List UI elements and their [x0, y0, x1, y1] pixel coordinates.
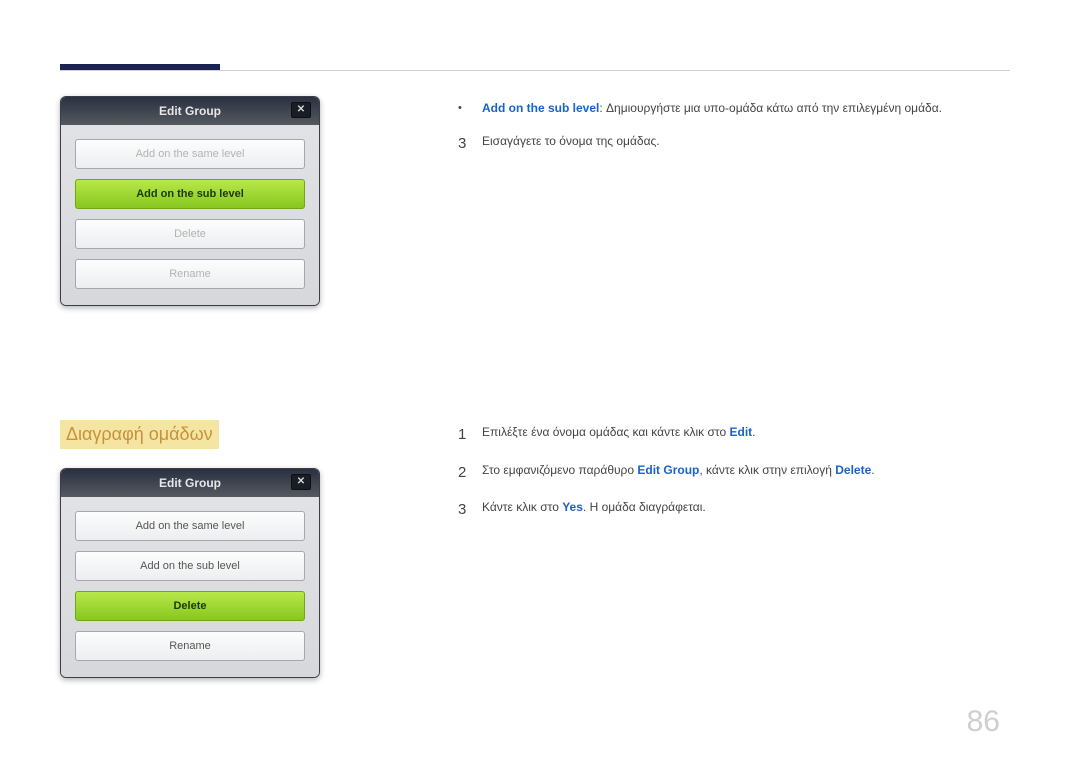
step-text: Επιλέξτε ένα όνομα ομάδας και κάντε κλικ…	[482, 422, 756, 442]
option-rename[interactable]: Rename	[75, 631, 305, 661]
edit-group-dialog-delete: Edit Group ✕ Add on the same level Add o…	[60, 468, 320, 678]
option-same-level[interactable]: Add on the same level	[75, 139, 305, 169]
option-sub-level[interactable]: Add on the sub level	[75, 551, 305, 581]
keyword-edit: Edit	[730, 425, 753, 439]
instructions-bottom: 1 Επιλέξτε ένα όνομα ομάδας και κάντε κλ…	[458, 422, 1000, 535]
edit-group-dialog-sub: Edit Group ✕ Add on the same level Add o…	[60, 96, 320, 306]
keyword-edit-group: Edit Group	[637, 463, 699, 477]
step-text: Στο εμφανιζόμενο παράθυρο Edit Group, κά…	[482, 460, 875, 480]
close-icon[interactable]: ✕	[291, 474, 311, 490]
section-title: Διαγραφή ομάδων	[60, 420, 219, 449]
keyword-delete: Delete	[835, 463, 871, 477]
option-same-level[interactable]: Add on the same level	[75, 511, 305, 541]
step-number: 1	[458, 422, 470, 448]
keyword-yes: Yes	[562, 500, 583, 514]
page-number: 86	[967, 705, 1000, 739]
option-sub-level[interactable]: Add on the sub level	[75, 179, 305, 209]
instruction-text: Add on the sub level: Δημιουργήστε μια υ…	[482, 98, 942, 118]
dialog-title: Edit Group	[159, 476, 221, 490]
dialog-body: Add on the same level Add on the sub lev…	[61, 497, 319, 677]
step-number: 2	[458, 460, 470, 486]
dialog-title: Edit Group	[159, 104, 221, 118]
step-number: 3	[458, 497, 470, 523]
instructions-top: • Add on the sub level: Δημιουργήστε μια…	[458, 98, 1000, 168]
keyword-add-sub: Add on the sub level	[482, 101, 599, 115]
step-text: Κάντε κλικ στο Yes. Η ομάδα διαγράφεται.	[482, 497, 706, 517]
option-rename[interactable]: Rename	[75, 259, 305, 289]
bullet: •	[458, 98, 470, 119]
step-number: 3	[458, 131, 470, 157]
dialog-title-bar: Edit Group ✕	[61, 469, 319, 497]
dialog-body: Add on the same level Add on the sub lev…	[61, 125, 319, 305]
step-text: Εισαγάγετε το όνομα της ομάδας.	[482, 131, 660, 151]
dialog-title-bar: Edit Group ✕	[61, 97, 319, 125]
option-delete[interactable]: Delete	[75, 591, 305, 621]
header-rule	[60, 70, 1010, 71]
close-icon[interactable]: ✕	[291, 102, 311, 118]
option-delete[interactable]: Delete	[75, 219, 305, 249]
